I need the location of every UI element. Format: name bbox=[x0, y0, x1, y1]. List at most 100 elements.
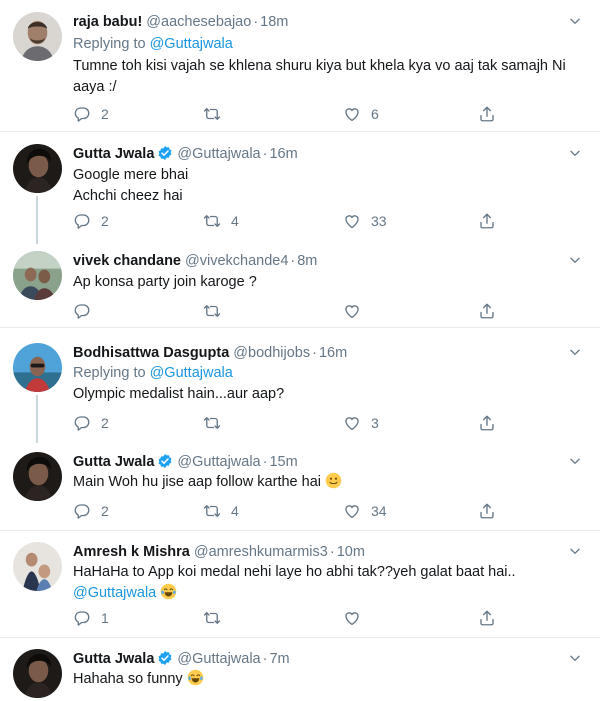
tweet-header: Gutta Jwala @Guttajwala · 7m bbox=[73, 649, 290, 669]
share-button[interactable] bbox=[478, 608, 496, 628]
display-name[interactable]: vivek chandane bbox=[73, 253, 181, 269]
retweet-button[interactable] bbox=[203, 301, 221, 321]
tweet-header: vivek chandane @vivekchande4 · 8m bbox=[73, 251, 317, 271]
timestamp[interactable]: 10m bbox=[337, 544, 365, 560]
share-button[interactable] bbox=[478, 211, 496, 231]
separator: · bbox=[262, 651, 268, 667]
reply-button[interactable] bbox=[73, 301, 91, 321]
separator: · bbox=[312, 345, 317, 361]
like-button[interactable]: 6 bbox=[343, 104, 379, 124]
chevron-down-icon[interactable] bbox=[568, 146, 582, 160]
tweet-raja-babu[interactable]: raja babu! @aachesebajao · 18m Replying to … bbox=[0, 12, 600, 130]
reply-button[interactable]: 2 bbox=[73, 413, 109, 433]
share-icon bbox=[478, 414, 496, 432]
user-handle[interactable]: @Guttajwala bbox=[177, 651, 260, 667]
chevron-down-icon[interactable] bbox=[568, 454, 582, 468]
tweet-text: Olympic medalist hain...aur aap? bbox=[73, 384, 573, 405]
mention-link[interactable]: @Guttajwala bbox=[150, 36, 233, 52]
timestamp[interactable]: 8m bbox=[297, 253, 317, 269]
retweet-button[interactable]: 4 bbox=[203, 211, 239, 231]
retweet-icon bbox=[203, 414, 221, 432]
avatar[interactable] bbox=[13, 649, 62, 698]
separator: · bbox=[262, 454, 268, 470]
chevron-down-icon[interactable] bbox=[568, 544, 582, 558]
reply-button[interactable]: 1 bbox=[73, 608, 109, 628]
mention-link[interactable]: @Guttajwala bbox=[150, 365, 233, 381]
verified-badge-icon bbox=[157, 453, 173, 469]
retweet-button[interactable] bbox=[203, 104, 231, 124]
avatar[interactable] bbox=[13, 144, 62, 193]
reply-button[interactable]: 2 bbox=[73, 501, 109, 521]
retweet-button[interactable]: 4 bbox=[203, 501, 239, 521]
timestamp[interactable]: 15m bbox=[269, 454, 297, 470]
retweet-icon bbox=[203, 212, 221, 230]
replying-to: Replying to @Guttajwala bbox=[73, 34, 233, 54]
avatar[interactable] bbox=[13, 343, 62, 392]
user-handle[interactable]: @bodhijobs bbox=[233, 345, 310, 361]
like-icon bbox=[343, 302, 361, 320]
display-name[interactable]: Gutta Jwala bbox=[73, 146, 154, 162]
chevron-down-icon[interactable] bbox=[568, 253, 582, 267]
share-button[interactable] bbox=[478, 301, 496, 321]
separator: · bbox=[262, 146, 268, 162]
timestamp[interactable]: 7m bbox=[269, 651, 289, 667]
like-button[interactable]: 33 bbox=[343, 211, 387, 231]
retweet-button[interactable] bbox=[203, 413, 231, 433]
tweet-gutta-jwala[interactable]: Gutta Jwala @Guttajwala · 7m Hahaha so funn… bbox=[0, 649, 600, 701]
slightly-smiling-face-emoji-icon bbox=[325, 472, 342, 489]
share-button[interactable] bbox=[478, 501, 496, 521]
verified-badge-icon bbox=[157, 650, 173, 666]
chevron-down-icon[interactable] bbox=[568, 651, 582, 665]
share-button[interactable] bbox=[478, 104, 496, 124]
like-icon bbox=[343, 105, 361, 123]
user-handle[interactable]: @aachesebajao bbox=[146, 14, 251, 30]
avatar[interactable] bbox=[13, 12, 62, 61]
tweet-gutta-jwala[interactable]: Gutta Jwala @Guttajwala · 15m Main Woh hu j… bbox=[0, 452, 600, 524]
tweet-text-content: Hahaha so funny bbox=[73, 671, 183, 687]
user-handle[interactable]: @Guttajwala bbox=[177, 146, 260, 162]
tweet-vivek-chandane[interactable]: vivek chandane @vivekchande4 · 8m Ap konsa … bbox=[0, 251, 600, 323]
timestamp[interactable]: 16m bbox=[319, 345, 347, 361]
tweet-text: Google mere bhai Achchi cheez hai bbox=[73, 165, 573, 207]
share-icon bbox=[478, 502, 496, 520]
tweet-gutta-jwala[interactable]: Gutta Jwala @Guttajwala · 16m Google mere b… bbox=[0, 144, 600, 238]
tweet-amresh-k-mishra[interactable]: Amresh k Mishra @amreshkumarmis3 · 10m HaHa… bbox=[0, 542, 600, 632]
display-name[interactable]: raja babu! bbox=[73, 14, 142, 30]
like-button[interactable] bbox=[343, 301, 361, 321]
avatar[interactable] bbox=[13, 452, 62, 501]
replying-prefix: Replying to bbox=[73, 36, 146, 52]
mention-link[interactable]: @Guttajwala bbox=[73, 585, 156, 601]
tweet-header: Amresh k Mishra @amreshkumarmis3 · 10m bbox=[73, 542, 365, 562]
timestamp[interactable]: 16m bbox=[269, 146, 297, 162]
avatar[interactable] bbox=[13, 251, 62, 300]
like-button[interactable]: 34 bbox=[343, 501, 387, 521]
timestamp[interactable]: 18m bbox=[260, 14, 288, 30]
tweet-bodhisattwa-dasgupta[interactable]: Bodhisattwa Dasgupta @bodhijobs · 16m Reply… bbox=[0, 343, 600, 437]
chevron-down-icon[interactable] bbox=[568, 345, 582, 359]
separator: · bbox=[329, 544, 335, 560]
display-name[interactable]: Gutta Jwala bbox=[73, 651, 154, 667]
tweet-text-line: Tumne toh kisi vajah se khlena shuru kiy… bbox=[73, 58, 566, 74]
user-handle[interactable]: @amreshkumarmis3 bbox=[194, 544, 328, 560]
share-button[interactable] bbox=[478, 413, 496, 433]
like-button[interactable]: 3 bbox=[343, 413, 379, 433]
tweet-text-line: Hahaha so funny bbox=[73, 669, 573, 690]
reply-count: 2 bbox=[101, 106, 109, 122]
reply-button[interactable]: 2 bbox=[73, 104, 109, 124]
display-name[interactable]: Gutta Jwala bbox=[73, 454, 154, 470]
face-with-tears-of-joy-emoji-icon bbox=[160, 583, 177, 600]
display-name[interactable]: Amresh k Mishra bbox=[73, 544, 190, 560]
chevron-down-icon[interactable] bbox=[568, 14, 582, 28]
display-name[interactable]: Bodhisattwa Dasgupta bbox=[73, 345, 229, 361]
like-count: 34 bbox=[371, 503, 387, 519]
reply-button[interactable]: 2 bbox=[73, 211, 109, 231]
user-handle[interactable]: @Guttajwala bbox=[177, 454, 260, 470]
like-button[interactable] bbox=[343, 608, 361, 628]
avatar[interactable] bbox=[13, 542, 62, 591]
divider bbox=[0, 131, 600, 132]
retweet-button[interactable] bbox=[203, 608, 221, 628]
user-handle[interactable]: @vivekchande4 bbox=[185, 253, 288, 269]
tweet-actions: 2 4 33 bbox=[73, 211, 503, 231]
tweet-actions bbox=[73, 301, 503, 321]
tweet-text-line: Olympic medalist hain...aur aap? bbox=[73, 386, 285, 402]
